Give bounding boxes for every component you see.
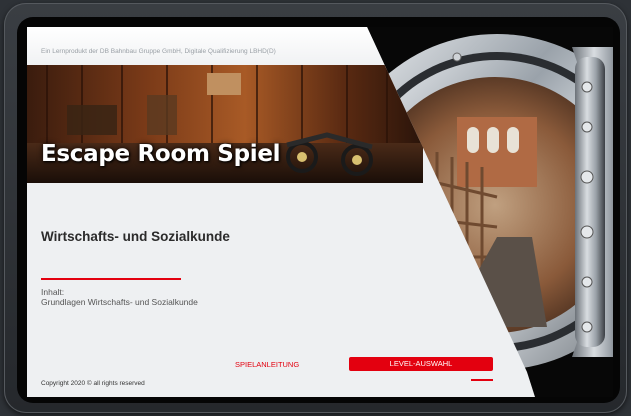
content-label: Inhalt:: [41, 287, 65, 297]
tablet-frame: Ein Lernprodukt der DB Bahnbau Gruppe Gm…: [4, 3, 627, 413]
subject-heading: Wirtschafts- und Sozialkunde: [41, 229, 230, 244]
game-instructions-button[interactable]: SPIELANLEITUNG: [235, 360, 299, 369]
level-underline: [471, 379, 493, 381]
tablet-bezel: Ein Lernprodukt der DB Bahnbau Gruppe Gm…: [17, 17, 620, 403]
game-title: Escape Room Spiel: [41, 141, 281, 167]
app-screen: Ein Lernprodukt der DB Bahnbau Gruppe Gm…: [27, 27, 613, 397]
accent-divider: [41, 278, 181, 280]
content-description: Grundlagen Wirtschafts- und Sozialkunde: [41, 297, 198, 307]
credit-text: Ein Lernprodukt der DB Bahnbau Gruppe Gm…: [41, 48, 276, 55]
level-select-button[interactable]: LEVEL-AUSWAHL: [349, 357, 493, 371]
copyright-text: Copyright 2020 © all rights reserved: [41, 380, 145, 387]
